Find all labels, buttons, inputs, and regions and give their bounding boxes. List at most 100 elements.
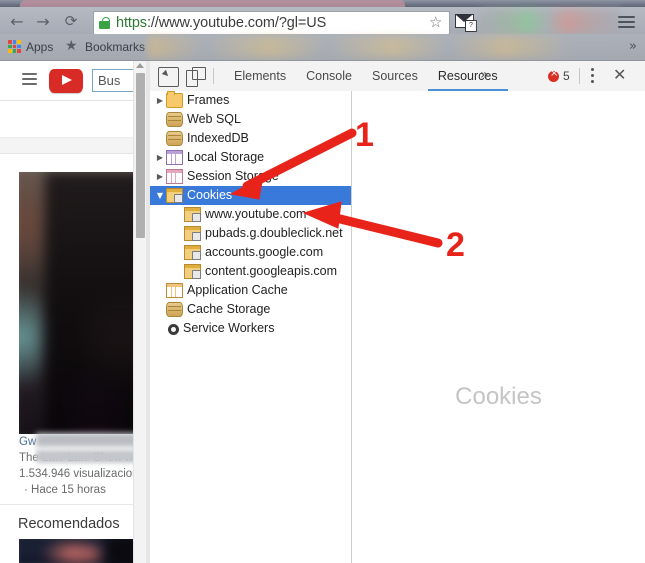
- tree-item-cache-storage[interactable]: Cache Storage: [150, 300, 351, 319]
- tree-item-label: Cache Storage: [187, 300, 270, 319]
- page-viewport: Bus Gw The Late Late Show wit 1.534.946 …: [0, 61, 150, 563]
- url-rest: ://www.youtube.com/?gl=US: [147, 15, 326, 31]
- bookmark-items-blurred[interactable]: [148, 36, 618, 58]
- devtools-tabs: Elements Console Sources Resources: [224, 61, 508, 91]
- apps-grid-icon[interactable]: [8, 40, 21, 53]
- toolbar-divider: [213, 68, 214, 84]
- tree-item-application-cache[interactable]: Application Cache: [150, 281, 351, 300]
- reload-icon[interactable]: ⟳: [60, 14, 82, 30]
- page-scrollbar[interactable]: [133, 61, 147, 563]
- extension-icons-blurred[interactable]: [480, 10, 620, 34]
- chevron-right-icon[interactable]: ▶: [154, 172, 166, 181]
- bookmarks-overflow-icon[interactable]: »: [629, 39, 637, 54]
- recommended-thumbnail[interactable]: [19, 539, 145, 563]
- video-title-blur: [36, 433, 146, 447]
- content-watermark: Cookies: [352, 383, 645, 411]
- tab-strip: [0, 0, 645, 7]
- tree-item-pubads-g-doubleclick-net[interactable]: pubads.g.doubleclick.net: [150, 224, 351, 243]
- chevron-right-icon[interactable]: ▶: [154, 153, 166, 162]
- device-toolbar-icon[interactable]: [186, 67, 204, 85]
- address-bar[interactable]: https://www.youtube.com/?gl=US ☆: [93, 11, 450, 35]
- tree-item-label: content.googleapis.com: [205, 262, 337, 281]
- video-thumbnail[interactable]: [19, 172, 145, 434]
- bookmark-star-icon[interactable]: ☆: [429, 15, 444, 30]
- bookmark-bookmarks-label[interactable]: Bookmarks: [85, 40, 145, 54]
- tree-item-cookies[interactable]: ▼ Cookies: [150, 186, 351, 205]
- cookie-icon: [184, 207, 201, 222]
- video-view-count: 1.534.946 visualizaciones: [19, 468, 150, 480]
- mail-extension-icon[interactable]: ?: [455, 14, 474, 30]
- tree-item-content-googleapis-com[interactable]: content.googleapis.com: [150, 262, 351, 281]
- extension-badge: ?: [465, 20, 477, 32]
- annotation-number-2: 2: [446, 228, 465, 262]
- youtube-logo-icon[interactable]: [49, 69, 83, 93]
- tree-item-indexeddb[interactable]: IndexedDB: [150, 129, 351, 148]
- chevron-down-icon[interactable]: ▼: [154, 191, 166, 200]
- scrollbar-thumb[interactable]: [136, 73, 145, 238]
- table-icon: [166, 169, 183, 184]
- tree-item-label: Application Cache: [187, 281, 288, 300]
- cookie-icon: [184, 226, 201, 241]
- devtools-panel: Elements Console Sources Resources » 5 ✕…: [150, 61, 645, 563]
- chrome-menu-icon[interactable]: [618, 16, 635, 31]
- video-upload-age: · Hace 15 horas: [24, 484, 106, 496]
- tree-item-label: Local Storage: [187, 148, 264, 167]
- tree-item-label: Cookies: [187, 186, 232, 205]
- error-count-badge[interactable]: 5: [548, 69, 570, 83]
- devtools-toolbar: Elements Console Sources Resources » 5 ✕: [150, 61, 645, 92]
- tree-item-label: Web SQL: [187, 110, 241, 129]
- tab-resources[interactable]: Resources: [428, 61, 508, 91]
- tree-item-www-youtube-com[interactable]: www.youtube.com: [150, 205, 351, 224]
- error-count: 5: [563, 69, 570, 83]
- tree-item-label: Session Storage: [187, 167, 279, 186]
- database-icon: [166, 131, 183, 146]
- tab-sources[interactable]: Sources: [362, 61, 428, 91]
- tab-console[interactable]: Console: [296, 61, 362, 91]
- tab-elements[interactable]: Elements: [224, 61, 296, 91]
- tree-item-label: accounts.google.com: [205, 243, 323, 262]
- gear-icon: [168, 324, 179, 335]
- bookmarks-bar: Apps ★ Bookmarks »: [0, 34, 645, 61]
- scroll-up-arrow-icon[interactable]: [136, 63, 144, 68]
- devtools-more-options-icon[interactable]: [591, 68, 595, 86]
- tree-item-label: Frames: [187, 91, 229, 110]
- tree-item-local-storage[interactable]: ▶ Local Storage: [150, 148, 351, 167]
- annotation-number-1: 1: [355, 118, 374, 152]
- section-divider: [0, 504, 150, 505]
- devtools-content-pane: Cookies: [352, 91, 645, 563]
- tree-item-frames[interactable]: ▶ Frames: [150, 91, 351, 110]
- database-icon: [166, 112, 183, 127]
- inspect-element-icon[interactable]: [158, 67, 179, 87]
- tree-item-label: pubads.g.doubleclick.net: [205, 224, 343, 243]
- youtube-header: Bus: [0, 61, 150, 101]
- youtube-guide-icon[interactable]: [22, 73, 37, 88]
- tree-item-session-storage[interactable]: ▶ Session Storage: [150, 167, 351, 186]
- recommended-heading: Recomendados: [18, 516, 120, 532]
- cookie-icon: [184, 245, 201, 260]
- youtube-subheader: [0, 101, 150, 138]
- tabs-overflow-icon[interactable]: »: [480, 67, 489, 83]
- forward-icon[interactable]: →: [32, 14, 54, 30]
- bookmark-apps-label[interactable]: Apps: [26, 40, 53, 54]
- cookie-icon: [184, 264, 201, 279]
- browser-toolbar: ← → ⟳ https://www.youtube.com/?gl=US ☆ ?: [0, 7, 645, 35]
- browser-window: ← → ⟳ https://www.youtube.com/?gl=US ☆ ?…: [0, 0, 645, 563]
- folder-icon: [166, 93, 183, 108]
- tree-item-web-sql[interactable]: Web SQL: [150, 110, 351, 129]
- back-icon[interactable]: ←: [6, 14, 28, 30]
- youtube-section-strip: [0, 138, 150, 154]
- video-channel-blur: [36, 450, 144, 463]
- bookmarks-folder-star-icon[interactable]: ★: [65, 39, 78, 53]
- url-scheme: https: [116, 15, 147, 31]
- database-icon: [166, 302, 183, 317]
- resources-tree: ▶ FramesWeb SQLIndexedDB ▶ Local Storage ▶ Se…: [150, 91, 352, 563]
- tree-item-label: IndexedDB: [187, 129, 249, 148]
- cookie-icon: [166, 188, 183, 203]
- chevron-right-icon[interactable]: ▶: [154, 96, 166, 105]
- close-devtools-icon[interactable]: ✕: [613, 66, 626, 84]
- browser-tab[interactable]: [20, 0, 405, 7]
- tree-item-label: www.youtube.com: [205, 205, 306, 224]
- tree-item-service-workers[interactable]: Service Workers: [150, 319, 351, 338]
- table-icon: [166, 150, 183, 165]
- tree-item-accounts-google-com[interactable]: accounts.google.com: [150, 243, 351, 262]
